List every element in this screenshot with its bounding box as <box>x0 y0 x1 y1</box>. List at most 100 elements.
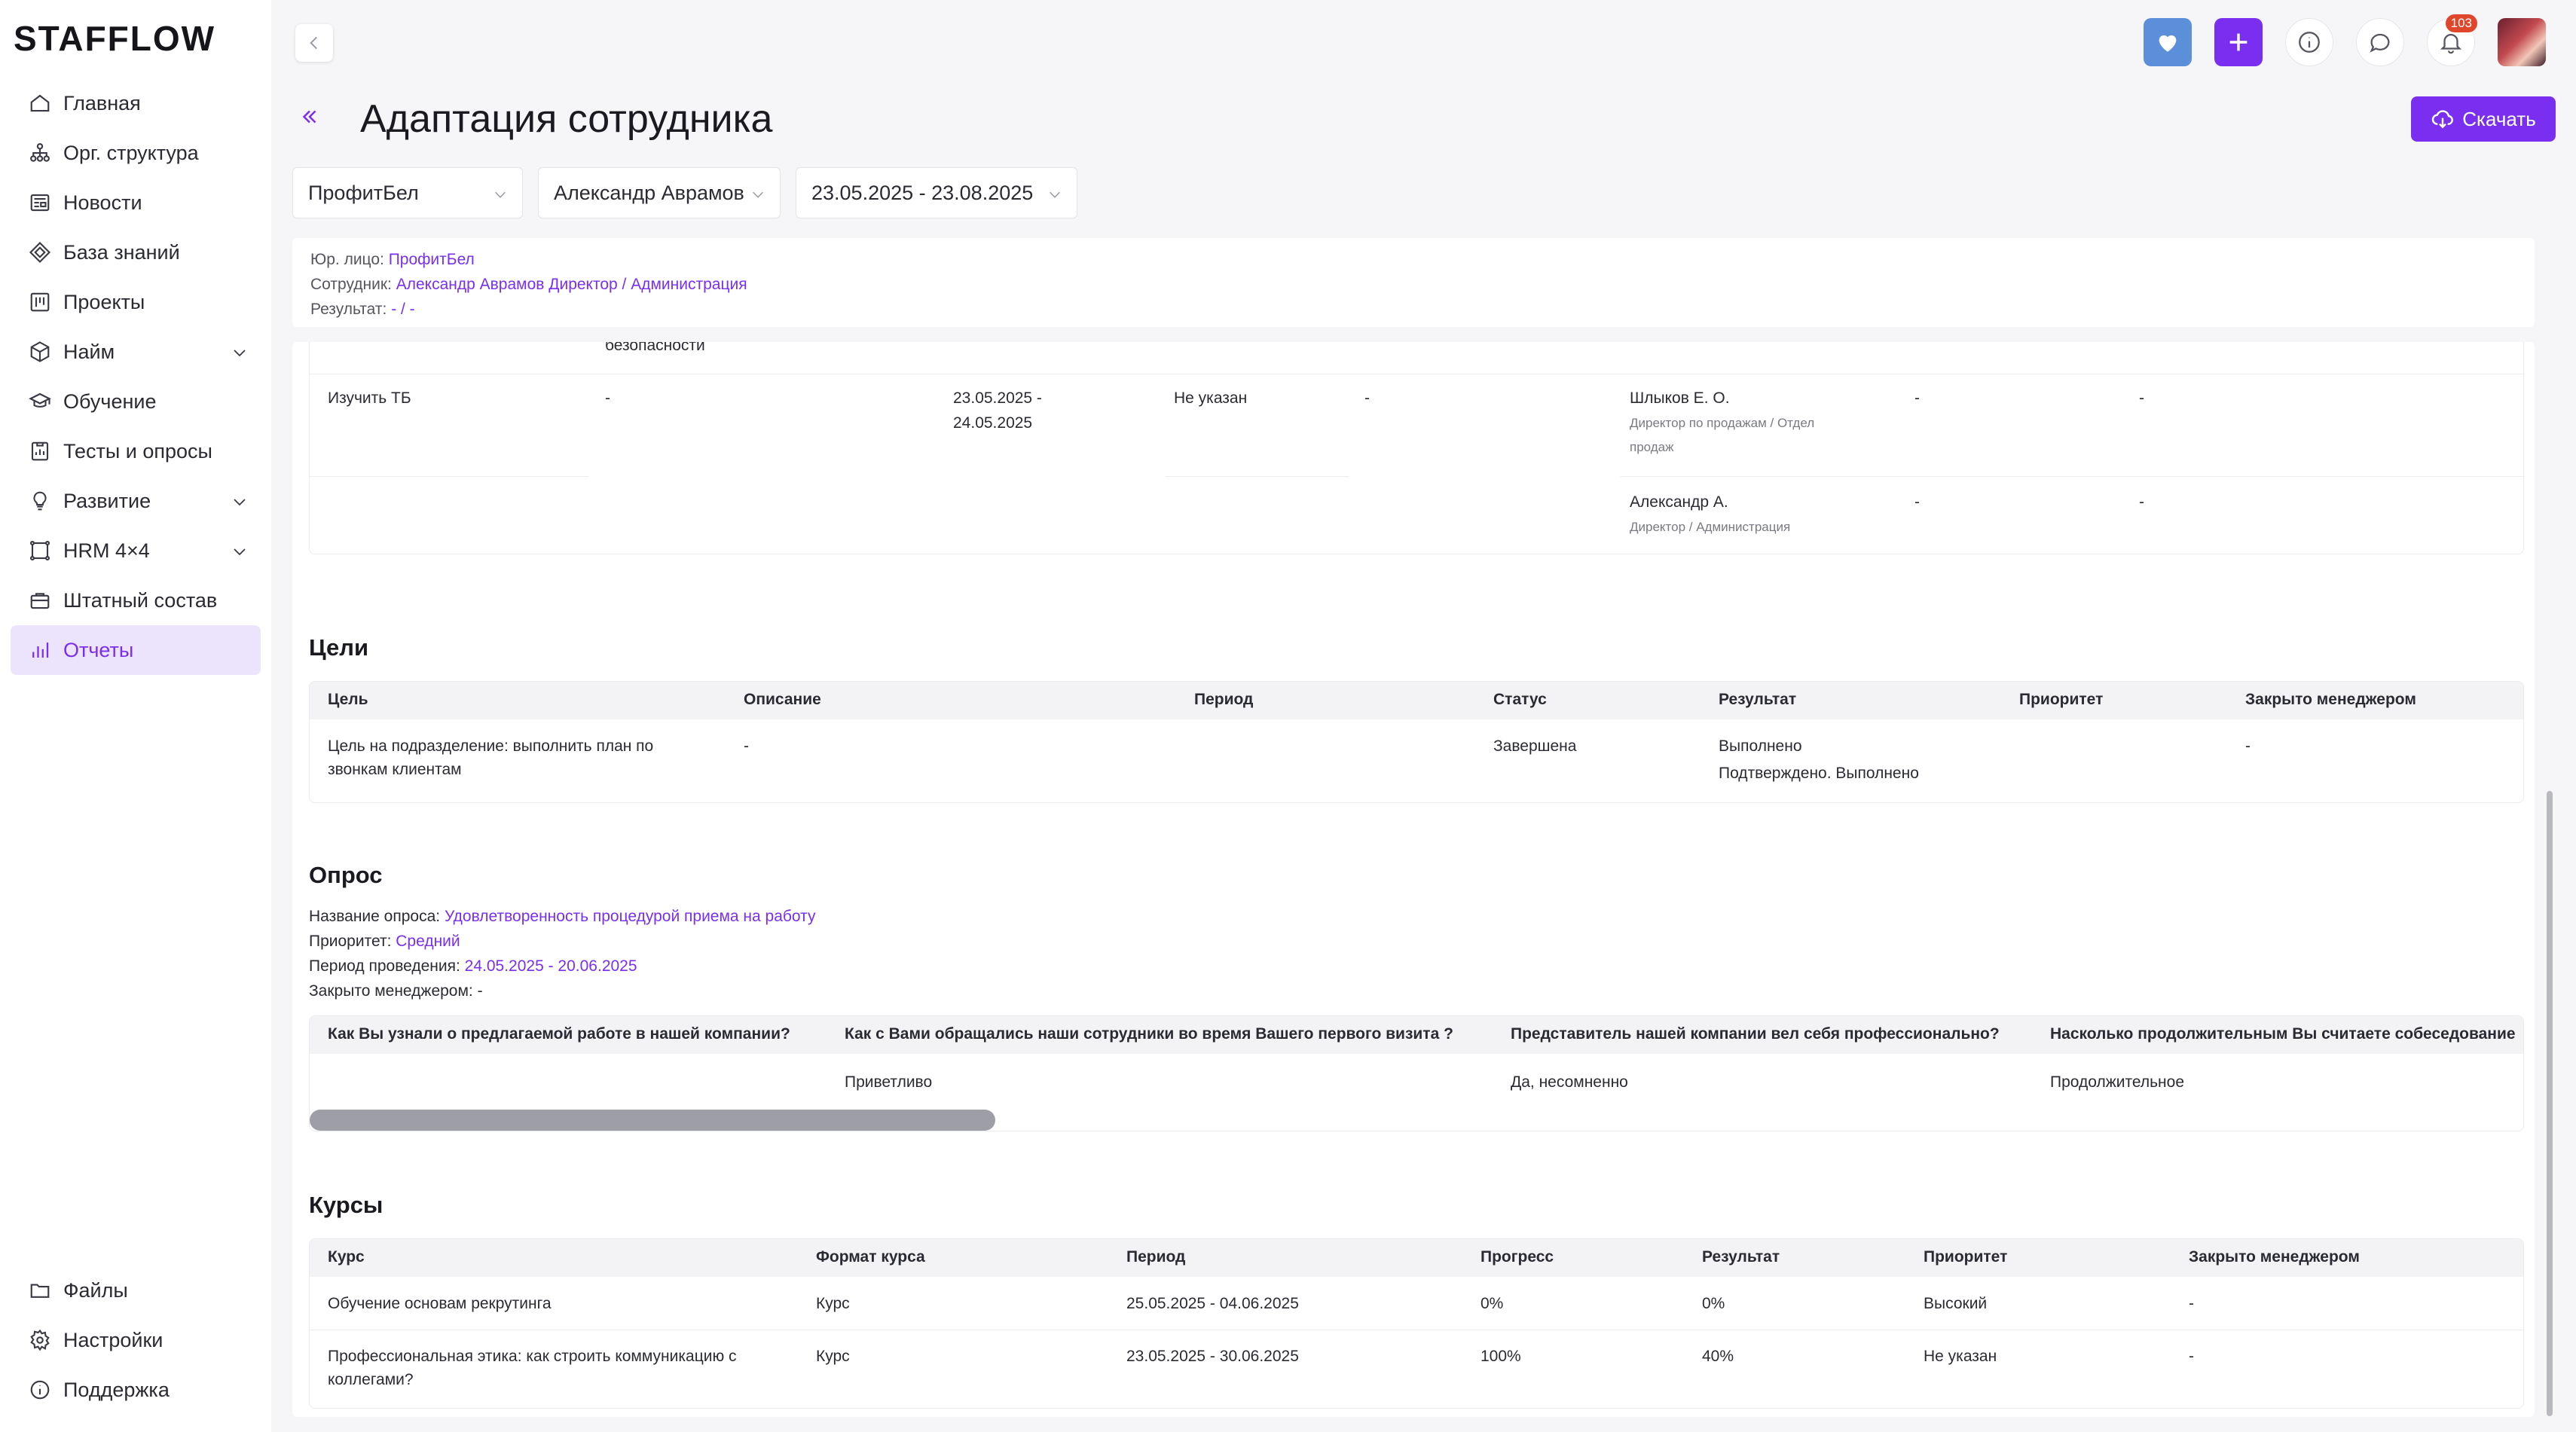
result-line: Результат: - / - <box>310 297 2516 322</box>
column-header[interactable]: Закрыто менеджером <box>2189 1248 2360 1266</box>
column-header[interactable]: Цель <box>328 691 368 709</box>
company-select[interactable]: ПрофитБел <box>292 167 523 218</box>
survey-closed-value: - <box>477 982 483 1000</box>
column-header[interactable]: Закрыто менеджером <box>2245 691 2416 709</box>
table-header: Цель Описание Период Статус Результат Пр… <box>310 682 2523 719</box>
plus-icon <box>2226 29 2251 55</box>
task-description: - <box>605 389 610 407</box>
sidebar-item-education[interactable]: Обучение <box>11 377 261 426</box>
hiring-icon <box>27 339 53 365</box>
double-chevron-left-icon <box>298 105 321 128</box>
sidebar-item-staff[interactable]: Штатный состав <box>11 576 261 625</box>
sidebar-item-hiring[interactable]: Найм <box>11 327 261 377</box>
row-divider <box>1166 476 1349 477</box>
survey-closed-label: Закрыто менеджером: <box>309 982 473 1000</box>
survey-period-value: 24.05.2025 - 20.06.2025 <box>464 957 637 975</box>
survey-priority-value: Средний <box>396 933 460 950</box>
row-divider <box>1621 476 2525 477</box>
info-button[interactable] <box>2285 18 2333 66</box>
responsible-value: - <box>1914 493 1920 511</box>
sidebar-item-label: Файлы <box>63 1278 128 1302</box>
knowledge-base-icon <box>27 240 53 265</box>
survey-name-value[interactable]: Удовлетворенность процедурой приема на р… <box>445 908 816 925</box>
back-button[interactable] <box>298 105 321 128</box>
employee-select-value: Александр Аврамов <box>554 181 744 204</box>
folder-icon <box>27 1278 53 1303</box>
column-header[interactable]: Статус <box>1493 691 1547 709</box>
course-progress: 100% <box>1481 1348 1521 1365</box>
sidebar-item-reports[interactable]: Отчеты <box>11 625 261 675</box>
app-logo[interactable]: STAFFLOW <box>14 18 215 59</box>
sidebar-item-label: Штатный состав <box>63 588 218 612</box>
column-header[interactable]: Результат <box>1719 691 1796 709</box>
sidebar-item-settings[interactable]: Настройки <box>11 1315 261 1365</box>
info-icon <box>2296 29 2322 55</box>
user-avatar[interactable] <box>2498 18 2546 66</box>
lightbulb-icon <box>27 488 53 514</box>
sidebar-item-label: Главная <box>63 91 141 114</box>
column-header[interactable]: Период <box>1126 1248 1185 1266</box>
sidebar-item-projects[interactable]: Проекты <box>11 277 261 327</box>
chevron-down-icon <box>492 186 509 203</box>
column-header[interactable]: Курс <box>328 1248 365 1266</box>
sidebar-item-tests[interactable]: Тесты и опросы <box>11 426 261 476</box>
courses-table: Курс Формат курса Период Прогресс Резуль… <box>309 1238 2524 1409</box>
table-header: Как Вы узнали о предлагаемой работе в на… <box>310 1016 2523 1054</box>
sidebar-item-news[interactable]: Новости <box>11 178 261 227</box>
download-button[interactable]: Скачать <box>2411 96 2556 142</box>
period-select-value: 23.05.2025 - 23.08.2025 <box>811 181 1034 204</box>
survey-table[interactable]: Как Вы узнали о предлагаемой работе в на… <box>309 1015 2524 1131</box>
course-name[interactable]: Профессиональная этика: как строить комм… <box>328 1345 737 1368</box>
period-select[interactable]: 23.05.2025 - 23.08.2025 <box>796 167 1077 218</box>
vertical-scrollbar[interactable] <box>2547 791 2553 1416</box>
employee-value[interactable]: Александр Аврамов Директор / Администрац… <box>396 276 747 293</box>
column-header[interactable]: Формат курса <box>816 1248 925 1266</box>
news-icon <box>27 190 53 215</box>
course-name-cont: коллегами? <box>328 1371 414 1388</box>
goal-closed: - <box>2245 737 2251 755</box>
download-button-label: Скачать <box>2462 107 2536 130</box>
survey-section-title: Опрос <box>309 862 383 888</box>
sidebar-item-home[interactable]: Главная <box>11 78 261 128</box>
survey-period-label: Период проведения: <box>309 957 460 975</box>
chevron-down-icon[interactable] <box>231 493 249 511</box>
horizontal-scrollbar[interactable] <box>310 1110 995 1131</box>
survey-details: Название опроса: Удовлетворенность проце… <box>309 904 816 1003</box>
sidebar-item-label: Обучение <box>63 389 157 413</box>
sidebar-item-development[interactable]: Развитие <box>11 476 261 526</box>
sidebar-item-label: Развитие <box>63 489 151 512</box>
employee-select[interactable]: Александр Аврамов <box>538 167 781 218</box>
legal-entity-value[interactable]: ПрофитБел <box>389 251 475 268</box>
column-header[interactable]: Приоритет <box>1924 1248 2007 1266</box>
row-divider <box>310 476 588 477</box>
chevron-down-icon[interactable] <box>231 542 249 560</box>
column-header[interactable]: Описание <box>744 691 821 709</box>
sidebar-item-org-structure[interactable]: Орг. структура <box>11 128 261 178</box>
column-header[interactable]: Приоритет <box>2019 691 2103 709</box>
sidebar-item-label: Тесты и опросы <box>63 439 212 463</box>
course-name[interactable]: Обучение основам рекрутинга <box>328 1292 552 1315</box>
column-header[interactable]: Прогресс <box>1481 1248 1554 1266</box>
collapse-sidebar-button[interactable] <box>295 24 333 62</box>
sidebar-item-hrm[interactable]: HRM 4×4 <box>11 526 261 576</box>
report-content[interactable]: безопасности Изучить ТБ - 23.05.2025 - 2… <box>292 342 2535 1417</box>
sidebar-item-support[interactable]: Поддержка <box>11 1365 261 1415</box>
sidebar-item-knowledge-base[interactable]: База знаний <box>11 227 261 277</box>
sidebar-item-label: Отчеты <box>63 638 134 661</box>
column-header[interactable]: Период <box>1194 691 1253 709</box>
column-header[interactable]: Результат <box>1702 1248 1780 1266</box>
sidebar-item-files[interactable]: Файлы <box>11 1266 261 1315</box>
favorites-button[interactable] <box>2144 18 2192 66</box>
sidebar-item-label: Поддержка <box>63 1378 170 1401</box>
home-icon <box>27 90 53 116</box>
chat-icon <box>2367 29 2393 55</box>
notifications-button[interactable]: 103 <box>2427 14 2477 66</box>
course-result: 40% <box>1702 1348 1734 1365</box>
responsible-value: - <box>1914 389 1920 407</box>
chevron-down-icon[interactable] <box>231 343 249 362</box>
sidebar: STAFFLOW Главная Орг. структура Новости … <box>0 0 271 1432</box>
main-nav: Главная Орг. структура Новости База знан… <box>11 78 261 675</box>
task-name: Изучить ТБ <box>328 389 411 407</box>
create-button[interactable] <box>2214 18 2263 66</box>
messages-button[interactable] <box>2356 18 2404 66</box>
